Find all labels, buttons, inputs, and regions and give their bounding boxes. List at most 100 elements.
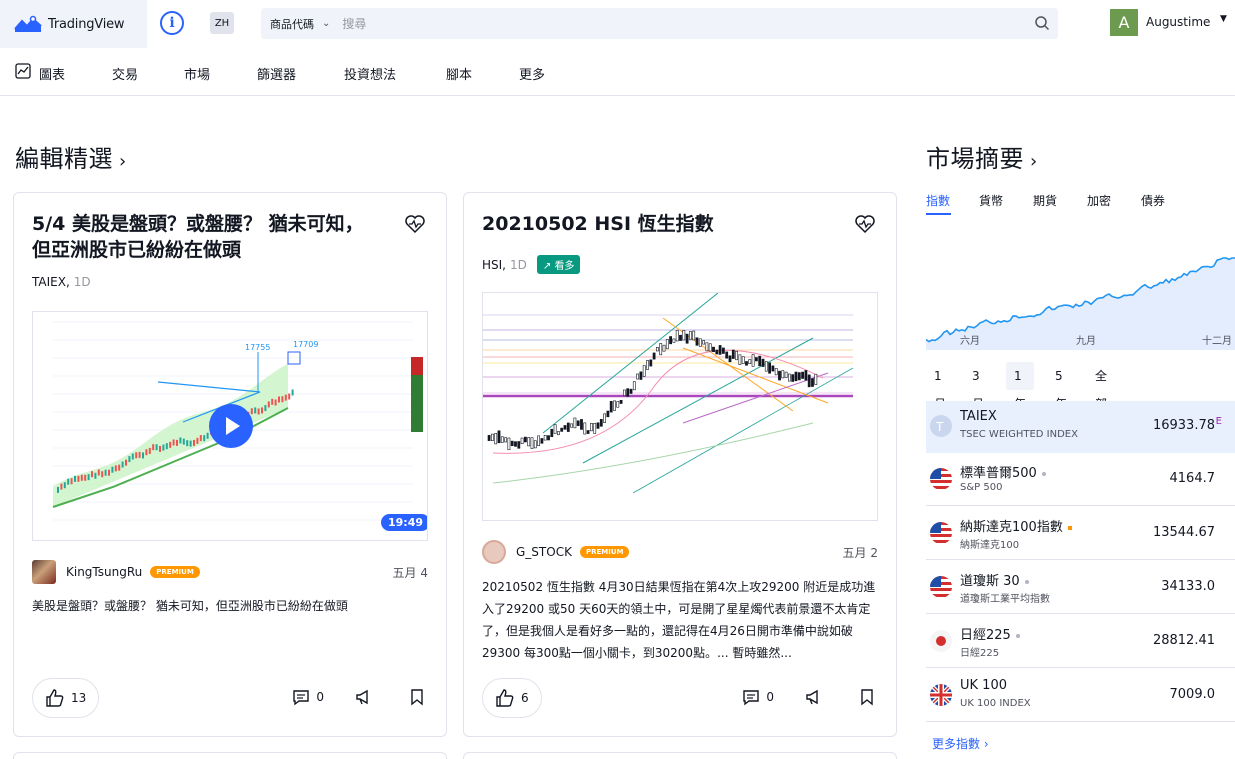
range-1m[interactable]: 1月 <box>926 362 954 411</box>
candle <box>741 356 745 364</box>
candle <box>623 389 626 396</box>
idea-card[interactable]: 20210502 HSI 恆生指數 HSI, 1D ↗ 看多 G_STOCK P… <box>463 192 897 737</box>
candle <box>665 339 669 350</box>
more-indices-link[interactable]: 更多指數 › <box>932 735 989 752</box>
username[interactable]: Augustime <box>1146 15 1210 29</box>
tab-bonds[interactable]: 債券 <box>1141 192 1165 209</box>
share-megaphone-icon[interactable] <box>354 688 372 706</box>
play-button[interactable] <box>209 404 253 448</box>
nav-item-trade[interactable]: 交易 <box>112 64 138 83</box>
idea-card[interactable]: 5/4 美股是盤頭？或盤腰？ 猶未可知，但亞洲股市已紛紛在做頭 TAIEX, 1… <box>13 192 447 737</box>
nav-item-screeners[interactable]: 篩選器 <box>257 64 296 83</box>
language-button[interactable]: ZH <box>210 12 234 34</box>
range-all[interactable]: 全部 <box>1087 362 1115 411</box>
nav-item-more[interactable]: 更多 <box>519 64 545 83</box>
bookmark-icon[interactable] <box>858 688 876 706</box>
idea-title[interactable]: 5/4 美股是盤頭？或盤腰？ 猶未可知，但亞洲股市已紛紛在做頭 <box>32 211 382 263</box>
idea-title[interactable]: 20210502 HSI 恆生指數 <box>482 211 832 237</box>
idea-card-next[interactable] <box>13 752 447 759</box>
chevron-down-icon[interactable]: ⌄ <box>322 18 330 29</box>
comment-icon[interactable] <box>742 688 760 706</box>
tab-futures[interactable]: 期貨 <box>1033 192 1057 209</box>
share-megaphone-icon[interactable] <box>804 688 822 706</box>
candle <box>527 437 531 447</box>
like-count: 13 <box>71 691 87 705</box>
search-input[interactable] <box>342 16 1003 31</box>
range-3m[interactable]: 3月 <box>964 362 992 411</box>
candle <box>781 370 785 379</box>
index-row-uk100[interactable]: UK 100 UK 100 INDEX 7009.0 <box>926 670 1235 722</box>
idea-symbol-meta: TAIEX, 1D <box>32 275 91 289</box>
editors-picks-title[interactable]: 編輯精選 › <box>15 139 127 174</box>
index-row-nikkei225[interactable]: 日經225 日經225 28812.41 <box>926 616 1235 668</box>
idea-symbol[interactable]: TAIEX, <box>32 275 70 289</box>
candle <box>159 445 161 452</box>
idea-symbol[interactable]: HSI, <box>482 258 506 272</box>
search-icon[interactable] <box>1034 15 1050 31</box>
candle <box>814 373 818 385</box>
bookmark-icon[interactable] <box>408 688 426 706</box>
like-button[interactable]: 13 <box>32 678 100 718</box>
index-row-taiex[interactable]: T TAIEX TSEC WEIGHTED INDEX 16933.78 E <box>926 401 1235 453</box>
index-subtitle: UK 100 INDEX <box>960 698 1031 709</box>
candle <box>533 440 537 449</box>
boost-heart-icon[interactable] <box>404 213 426 235</box>
search-category[interactable]: 商品代碼 <box>270 16 314 32</box>
caret-down-icon[interactable]: ▼ <box>1220 14 1227 24</box>
index-row-sp500[interactable]: 標準普爾500 S&P 500 4164.7 <box>926 454 1235 506</box>
candle <box>613 400 616 411</box>
idea-card-next[interactable] <box>463 752 897 759</box>
candle <box>804 370 808 381</box>
candle <box>702 340 706 345</box>
like-button[interactable]: 6 <box>482 678 542 718</box>
tab-indices[interactable]: 指數 <box>926 192 950 209</box>
candle <box>494 433 498 445</box>
search-box[interactable]: 商品代碼 ⌄ <box>261 8 1058 39</box>
market-tabs: 指數 貨幣 期貨 加密 債券 <box>926 192 1235 216</box>
candle <box>145 449 148 456</box>
index-row-dow30[interactable]: 道瓊斯 30 道瓊斯工業平均指數 34133.0 <box>926 562 1235 614</box>
idea-chart-preview[interactable]: 17755 17709 19:49 <box>32 311 428 541</box>
candle <box>596 422 600 429</box>
idea-chart-preview[interactable] <box>482 292 878 521</box>
candle <box>121 461 124 468</box>
candle <box>609 400 613 413</box>
market-summary-title[interactable]: 市場摘要 › <box>926 139 1038 174</box>
candle <box>196 437 199 444</box>
range-5y[interactable]: 5年 <box>1047 362 1075 411</box>
info-icon[interactable]: i <box>160 11 184 35</box>
candle <box>566 422 570 432</box>
comment-icon[interactable] <box>292 688 310 706</box>
user-avatar[interactable]: A <box>1110 9 1138 36</box>
logo[interactable]: TradingView <box>0 0 147 48</box>
tab-crypto[interactable]: 加密 <box>1087 192 1111 209</box>
candle <box>794 371 798 382</box>
nav-item-markets[interactable]: 市場 <box>184 64 210 83</box>
nav-item-ideas[interactable]: 投資想法 <box>344 64 396 83</box>
svg-text:T: T <box>935 420 944 434</box>
boost-heart-icon[interactable] <box>854 213 876 235</box>
candle <box>751 354 755 367</box>
candle <box>590 423 593 432</box>
author-name[interactable]: KingTsungRu <box>66 565 142 579</box>
candle <box>142 452 144 459</box>
candle <box>797 372 801 381</box>
author-avatar[interactable] <box>32 560 56 584</box>
candle <box>708 343 712 352</box>
range-1y[interactable]: 1年 <box>1006 362 1034 411</box>
candle <box>148 447 151 454</box>
candle <box>586 430 590 434</box>
candle <box>656 346 659 352</box>
idea-description[interactable]: 20210502 恆生指數 4月30日結果恆指在第4次上攻29200 附近是成功… <box>482 576 880 664</box>
nav-item-scripts[interactable]: 腳本 <box>446 64 472 83</box>
candle <box>111 466 114 473</box>
idea-description[interactable]: 美股是盤頭？或盤腰？ 猶未可知，但亞洲股市已紛紛在做頭 <box>32 595 430 617</box>
index-row-nasdaq100[interactable]: 納斯達克100指數 納斯達克100 13544.67 <box>926 508 1235 560</box>
nav-item-charts[interactable]: 圖表 <box>39 64 65 83</box>
tab-currencies[interactable]: 貨幣 <box>979 192 1003 209</box>
author-name[interactable]: G_STOCK <box>516 545 572 559</box>
index-area-chart[interactable]: 六月 九月 十二月 <box>926 252 1235 350</box>
candle <box>616 401 620 408</box>
candle <box>517 441 521 449</box>
author-avatar[interactable] <box>482 540 506 564</box>
